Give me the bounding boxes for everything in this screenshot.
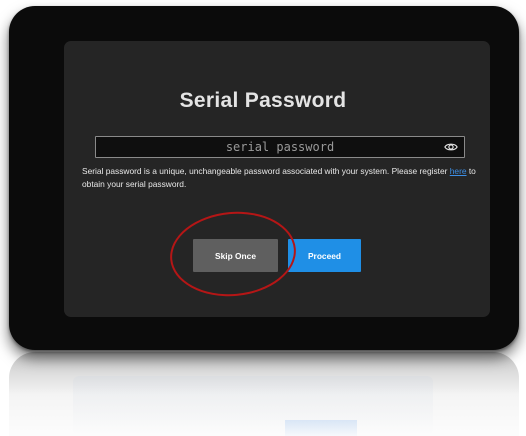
serial-password-input[interactable] bbox=[96, 137, 464, 157]
reflection-button bbox=[285, 420, 357, 436]
serial-password-description: Serial password is a unique, unchangeabl… bbox=[82, 165, 478, 191]
skip-once-button[interactable]: Skip Once bbox=[193, 239, 278, 272]
register-link[interactable]: here bbox=[450, 166, 467, 176]
proceed-button[interactable]: Proceed bbox=[288, 239, 361, 272]
dialog-title: Serial Password bbox=[179, 89, 347, 112]
serial-password-field[interactable] bbox=[95, 136, 465, 158]
eye-icon[interactable] bbox=[444, 140, 458, 154]
reflection-card bbox=[73, 376, 433, 436]
device-reflection bbox=[9, 352, 519, 436]
description-text-start: Serial password is a unique, unchangeabl… bbox=[82, 166, 450, 176]
screenshot-stage: Serial Password Serial password is a uni… bbox=[0, 0, 526, 436]
